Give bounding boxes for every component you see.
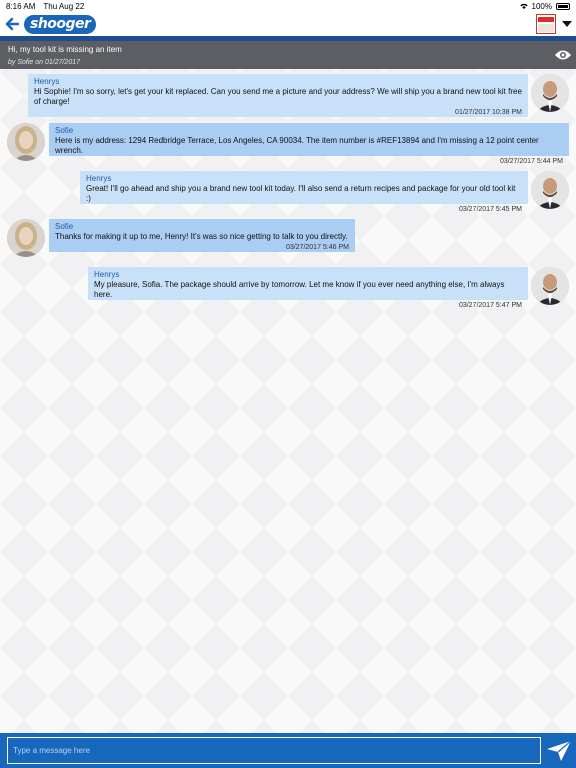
battery-icon [556, 2, 570, 10]
eye-icon[interactable] [554, 49, 572, 61]
store-logo-icon[interactable] [536, 14, 556, 34]
message-sender: Henrys [86, 174, 112, 183]
status-right: 100% [519, 1, 570, 11]
wifi-icon [519, 3, 528, 9]
avatar [531, 171, 569, 209]
message-input[interactable] [7, 737, 541, 764]
message-sender: Henrys [34, 77, 60, 86]
avatar [7, 219, 45, 257]
status-bar: 8:16 AM Thu Aug 22 100% [0, 0, 576, 12]
message-text: My pleasure, Sofia. The package should a… [94, 280, 505, 299]
thread-header: Hi, my tool kit is missing an item by So… [0, 41, 576, 69]
avatar [531, 74, 569, 112]
nav-bar: shooger [0, 12, 576, 36]
battery-percent: 100% [531, 1, 552, 11]
message-bubble: Sofie Thanks for making it up to me, Hen… [49, 219, 355, 252]
chevron-down-icon[interactable] [562, 19, 572, 29]
thread-title: Hi, my tool kit is missing an item [8, 45, 122, 54]
message-text: Great! I'll go ahead and ship you a bran… [86, 184, 516, 203]
message-bubble: Henrys Great! I'll go ahead and ship you… [80, 171, 528, 213]
avatar [531, 267, 569, 305]
avatar [7, 123, 45, 161]
message-timestamp: 01/27/2017 10:38 PM [455, 109, 522, 116]
message-timestamp: 03/27/2017 5:44 PM [499, 158, 563, 165]
status-date: Thu Aug 22 [43, 1, 85, 11]
message-text: Here is my address: 1294 Redbridge Terra… [55, 136, 539, 155]
message-timestamp: 03/27/2017 5:45 PM [458, 206, 522, 213]
back-arrow-icon[interactable] [4, 16, 20, 32]
thread-meta: by Sofie on 01/27/2017 [8, 59, 81, 66]
app-logo[interactable]: shooger [24, 14, 97, 34]
message-sender: Sofie [55, 126, 74, 135]
message-text: Hi Sophie! I'm so sorry, let's get your … [34, 87, 522, 106]
message-bubble: Henrys My pleasure, Sofia. The package s… [88, 267, 528, 309]
message-sender: Sofie [55, 222, 74, 231]
message-text: Thanks for making it up to me, Henry! It… [55, 232, 348, 241]
message-composer [0, 733, 576, 768]
message-sender: Henrys [94, 270, 120, 279]
message-bubble: Sofie Here is my address: 1294 Redbridge… [49, 123, 569, 165]
message-timestamp: 03/27/2017 5:46 PM [285, 244, 349, 251]
send-icon[interactable] [547, 741, 571, 761]
status-time: 8:16 AM [6, 1, 36, 11]
message-bubble: Henrys Hi Sophie! I'm so sorry, let's ge… [28, 74, 528, 117]
message-timestamp: 03/27/2017 5:47 PM [458, 302, 522, 309]
